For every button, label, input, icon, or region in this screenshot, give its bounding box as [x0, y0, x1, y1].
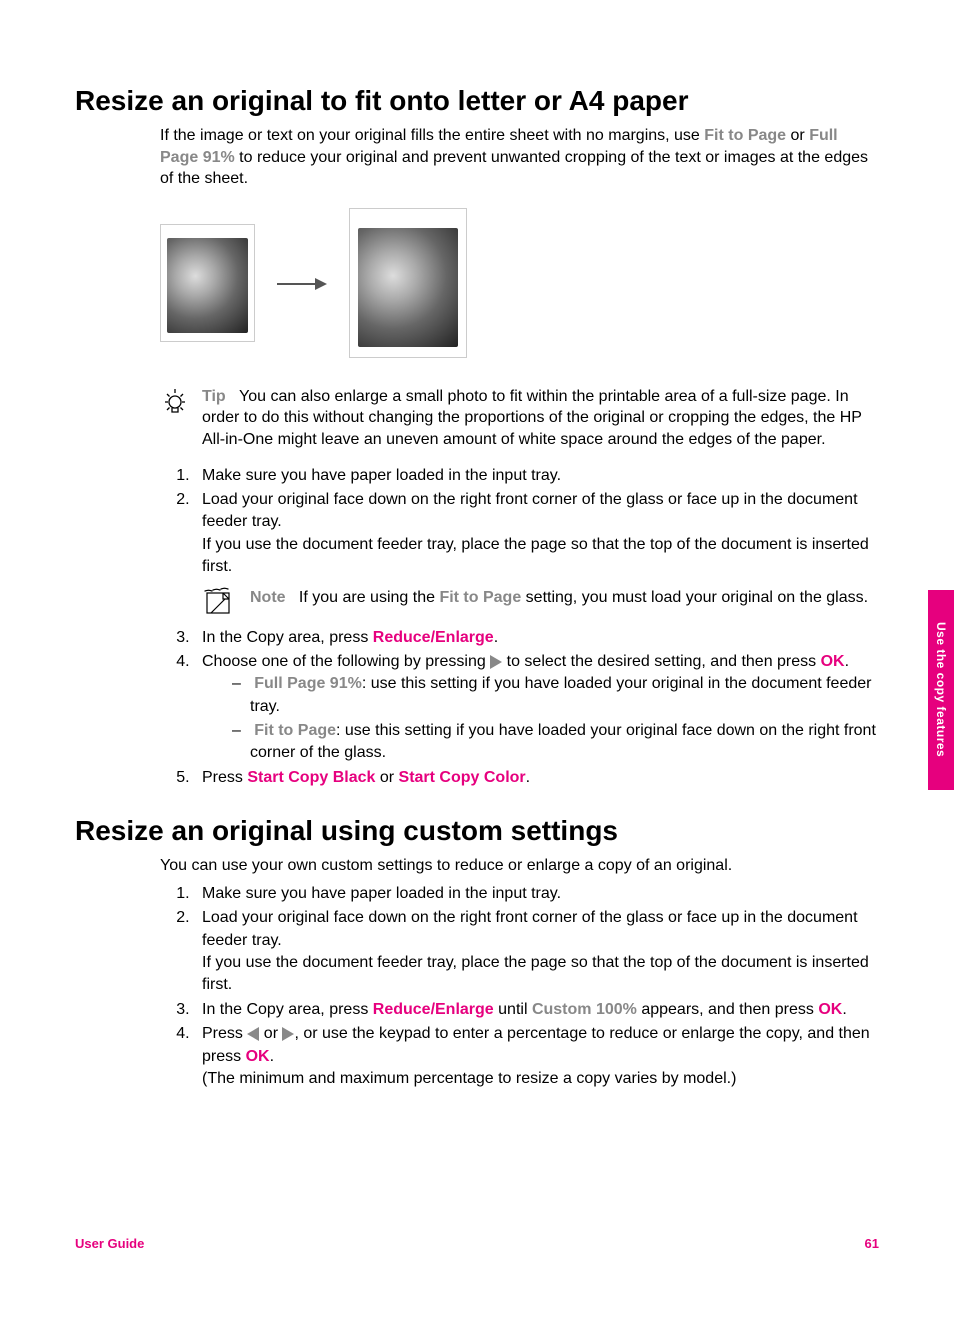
tip-callout: Tip You can also enlarge a small photo t… [160, 386, 879, 451]
tip-body [230, 388, 239, 405]
text: . [270, 1048, 274, 1065]
text: until [494, 1001, 532, 1018]
sub-bullet-1: – Full Page 91%: use this setting if you… [232, 673, 879, 718]
text: Load your original face down on the righ… [202, 909, 858, 948]
illustration-large-image [349, 208, 467, 358]
step-1: Make sure you have paper loaded in the i… [194, 883, 879, 905]
side-tab-label: Use the copy features [934, 622, 948, 757]
step-3: In the Copy area, press Reduce/Enlarge u… [194, 999, 879, 1021]
step-2: Load your original face down on the righ… [194, 907, 879, 997]
text: (The minimum and maximum percentage to r… [202, 1070, 736, 1087]
text: If you use the document feeder tray, pla… [202, 536, 869, 575]
step-4: Choose one of the following by pressing … [194, 651, 879, 765]
section-heading-resize-letter-a4: Resize an original to fit onto letter or… [75, 85, 879, 117]
note-icon [202, 587, 238, 617]
page-footer: User Guide 61 [75, 1236, 879, 1251]
custom-100-label: Custom 100% [532, 1001, 637, 1018]
step-5: Press Start Copy Black or Start Copy Col… [194, 767, 879, 789]
text: appears, and then press [637, 1001, 818, 1018]
text: , or use the keypad to enter a percentag… [202, 1025, 870, 1064]
text: Press [202, 1025, 247, 1042]
text: Choose one of the following by pressing [202, 653, 490, 670]
tip-body-text: You can also enlarge a small photo to fi… [202, 388, 862, 448]
side-tab: Use the copy features [928, 590, 954, 790]
text: to select the desired setting, and then … [502, 653, 820, 670]
sub-bullet-2: – Fit to Page: use this setting if you h… [232, 720, 879, 765]
arrow-right-icon [277, 267, 327, 298]
step-3: In the Copy area, press Reduce/Enlarge. [194, 627, 879, 649]
fit-to-page-label: Fit to Page [704, 127, 786, 144]
fit-to-page-label: Fit to Page [254, 722, 336, 739]
step-1: Make sure you have paper loaded in the i… [194, 465, 879, 487]
lightbulb-icon [160, 386, 190, 451]
full-page-91-label: Full Page 91% [254, 675, 362, 692]
steps-list-1: Make sure you have paper loaded in the i… [160, 465, 879, 790]
ok-button-label: OK [818, 1001, 842, 1018]
ok-button-label: OK [821, 653, 845, 670]
text: setting, you must load your original on … [521, 589, 868, 606]
intro-paragraph: If the image or text on your original fi… [160, 125, 879, 190]
note-callout: Note If you are using the Fit to Page se… [202, 587, 879, 617]
text: If you are using the [299, 589, 440, 606]
text: In the Copy area, press [202, 1001, 373, 1018]
illustration-small-image [160, 224, 255, 342]
footer-left: User Guide [75, 1236, 144, 1251]
start-copy-color-label: Start Copy Color [399, 769, 526, 786]
step-4-sublist: – Full Page 91%: use this setting if you… [202, 673, 879, 765]
tip-label: Tip [202, 388, 226, 405]
start-copy-black-label: Start Copy Black [247, 769, 375, 786]
intro-paragraph-2: You can use your own custom settings to … [160, 855, 879, 877]
text: Load your original face down on the righ… [202, 491, 858, 530]
section-heading-custom-settings: Resize an original using custom settings [75, 815, 879, 847]
text: Press [202, 769, 247, 786]
resize-illustration [160, 208, 879, 358]
text: If the image or text on your original fi… [160, 127, 704, 144]
triangle-left-icon [247, 1027, 259, 1041]
text: to reduce your original and prevent unwa… [160, 149, 868, 188]
reduce-enlarge-button-label: Reduce/Enlarge [373, 629, 494, 646]
triangle-right-icon [282, 1027, 294, 1041]
text: . [494, 629, 498, 646]
ok-button-label: OK [246, 1048, 270, 1065]
triangle-right-icon [490, 655, 502, 669]
text: If you use the document feeder tray, pla… [202, 954, 869, 993]
text: . [526, 769, 530, 786]
text: In the Copy area, press [202, 629, 373, 646]
fit-to-page-label: Fit to Page [439, 589, 521, 606]
page-number: 61 [865, 1236, 879, 1251]
reduce-enlarge-button-label: Reduce/Enlarge [373, 1001, 494, 1018]
text: or [259, 1025, 282, 1042]
step-2: Load your original face down on the righ… [194, 489, 879, 617]
text: or [786, 127, 809, 144]
text: : use this setting if you have loaded yo… [250, 722, 876, 761]
text: . [845, 653, 849, 670]
step-4: Press or , or use the keypad to enter a … [194, 1023, 879, 1090]
text: or [375, 769, 398, 786]
spacer [290, 589, 299, 606]
note-label: Note [250, 589, 286, 606]
text: . [842, 1001, 846, 1018]
steps-list-2: Make sure you have paper loaded in the i… [160, 883, 879, 1091]
